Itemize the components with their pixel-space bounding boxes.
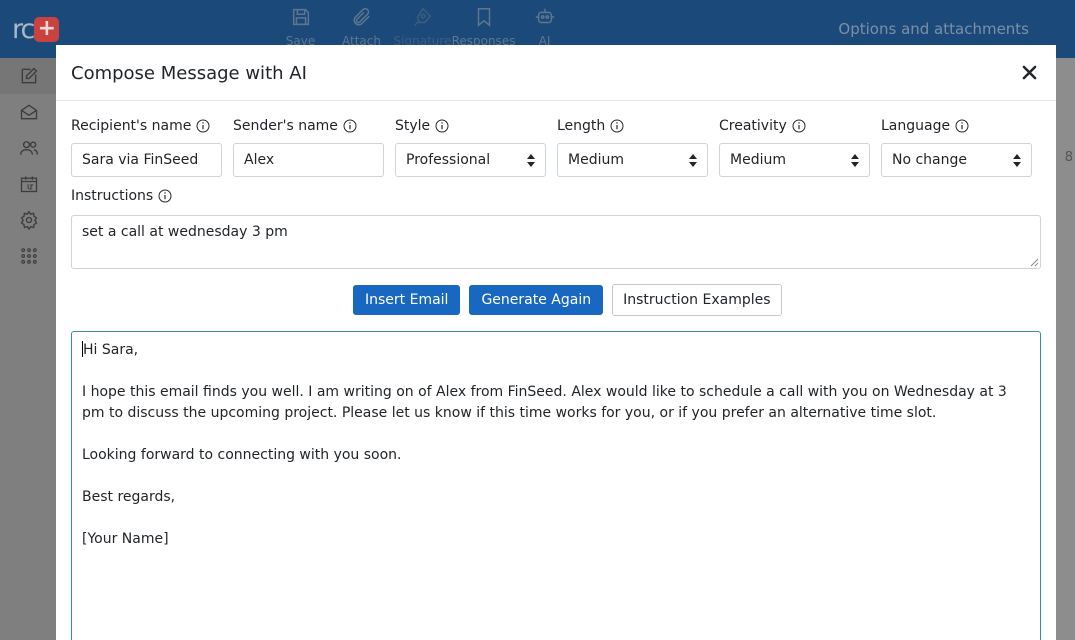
compose-ai-dialog: Compose Message with AI Recipient's name… [56, 45, 1056, 640]
info-icon[interactable] [158, 189, 172, 203]
app-logo[interactable]: rc + [12, 13, 60, 45]
paperclip-icon [352, 8, 370, 26]
logo-plus-icon: + [34, 16, 60, 42]
language-field-group: Language No change [881, 116, 1032, 177]
length-select[interactable]: Medium [557, 143, 708, 177]
signature-tool-button[interactable]: Signature [392, 6, 453, 48]
email-signoff: Best regards, [82, 489, 176, 505]
select-value: Professional [406, 152, 491, 168]
instructions-text: set a call at wednesday 3 pm [82, 224, 288, 240]
recipient-label: Recipient's name [71, 116, 222, 136]
compose-icon [21, 67, 38, 84]
sender-name-input[interactable]: Alex [233, 143, 384, 177]
insert-email-button[interactable]: Insert Email [353, 285, 461, 315]
logo-text: rc [12, 13, 35, 45]
label-text: Length [557, 118, 606, 134]
recipient-field-group: Recipient's name Sara via FinSeed [71, 116, 222, 177]
sidebar-item-apps[interactable] [0, 238, 58, 274]
generate-again-button[interactable]: Generate Again [469, 285, 604, 315]
label-text: Instructions [71, 188, 154, 204]
app-sidebar [0, 58, 58, 640]
dialog-header: Compose Message with AI [56, 45, 1056, 101]
action-buttons: Insert Email Generate Again Instruction … [353, 284, 782, 316]
sender-label: Sender's name [233, 116, 384, 136]
label-text: Language [881, 118, 951, 134]
creativity-field-group: Creativity Medium [719, 116, 870, 177]
close-button[interactable] [1016, 59, 1042, 85]
email-greeting: Hi Sara, [83, 342, 139, 358]
info-icon[interactable] [610, 119, 624, 133]
gear-icon [20, 210, 38, 230]
save-icon [292, 8, 309, 26]
style-label: Style [395, 116, 546, 136]
select-arrows-icon [1013, 153, 1021, 167]
select-arrows-icon [527, 153, 535, 167]
select-arrows-icon [689, 153, 697, 167]
calendar-icon [20, 176, 38, 193]
close-icon [1022, 65, 1036, 79]
sender-field-group: Sender's name Alex [233, 116, 384, 177]
email-greeting-line: Hi Sara, [82, 340, 1030, 361]
instructions-textarea[interactable]: set a call at wednesday 3 pm [71, 215, 1041, 269]
bookmark-icon [477, 8, 490, 27]
label-text: Sender's name [233, 118, 338, 134]
label-text: Creativity [719, 118, 787, 134]
select-value: Medium [568, 152, 624, 168]
ai-tool-button[interactable]: AI [514, 6, 575, 48]
select-arrows-icon [851, 153, 859, 167]
dialog-title: Compose Message with AI [71, 63, 307, 84]
parameters-row: Recipient's name Sara via FinSeed Sender… [71, 116, 1032, 177]
sidebar-item-calendar[interactable] [0, 166, 58, 202]
sidebar-item-mail[interactable] [0, 94, 58, 130]
generated-email-editor[interactable]: Hi Sara, I hope this email finds you wel… [71, 331, 1041, 640]
background-text: 8 [1064, 150, 1073, 165]
email-paragraph-2: Looking forward to connecting with you s… [82, 447, 402, 463]
signature-pen-icon [413, 7, 431, 26]
language-label: Language [881, 116, 1032, 136]
select-value: No change [892, 152, 968, 168]
email-name-placeholder: [Your Name] [82, 531, 169, 547]
sidebar-item-settings[interactable] [0, 202, 58, 238]
sidebar-item-contacts[interactable] [0, 130, 58, 166]
users-icon [20, 141, 38, 155]
creativity-label: Creativity [719, 116, 870, 136]
attach-tool-button[interactable]: Attach [331, 6, 392, 48]
select-value: Medium [730, 152, 786, 168]
instructions-label: Instructions [71, 188, 172, 204]
style-field-group: Style Professional [395, 116, 546, 177]
robot-icon [535, 8, 554, 24]
instruction-examples-button[interactable]: Instruction Examples [612, 284, 782, 316]
label-text: Style [395, 118, 431, 134]
info-icon[interactable] [196, 119, 210, 133]
creativity-select[interactable]: Medium [719, 143, 870, 177]
length-label: Length [557, 116, 708, 136]
save-tool-button[interactable]: Save [270, 6, 331, 48]
label-text: Recipient's name [71, 118, 192, 134]
info-icon[interactable] [435, 119, 449, 133]
envelope-open-icon [20, 104, 38, 120]
resize-grip-icon[interactable] [1029, 257, 1039, 267]
email-paragraph-1: I hope this email finds you well. I am w… [82, 384, 1007, 421]
info-icon[interactable] [792, 119, 806, 133]
length-field-group: Length Medium [557, 116, 708, 177]
toolbar: Save Attach Signature Responses AI [270, 6, 575, 48]
options-attachments-link[interactable]: Options and attachments [838, 20, 1029, 38]
apps-grid-icon [21, 248, 37, 264]
background-content: 8 [1055, 58, 1075, 640]
recipient-name-input[interactable]: Sara via FinSeed [71, 143, 222, 177]
responses-tool-button[interactable]: Responses [452, 6, 515, 48]
info-icon[interactable] [955, 119, 969, 133]
info-icon[interactable] [343, 119, 357, 133]
style-select[interactable]: Professional [395, 143, 546, 177]
language-select[interactable]: No change [881, 143, 1032, 177]
sidebar-item-compose[interactable] [0, 58, 58, 94]
